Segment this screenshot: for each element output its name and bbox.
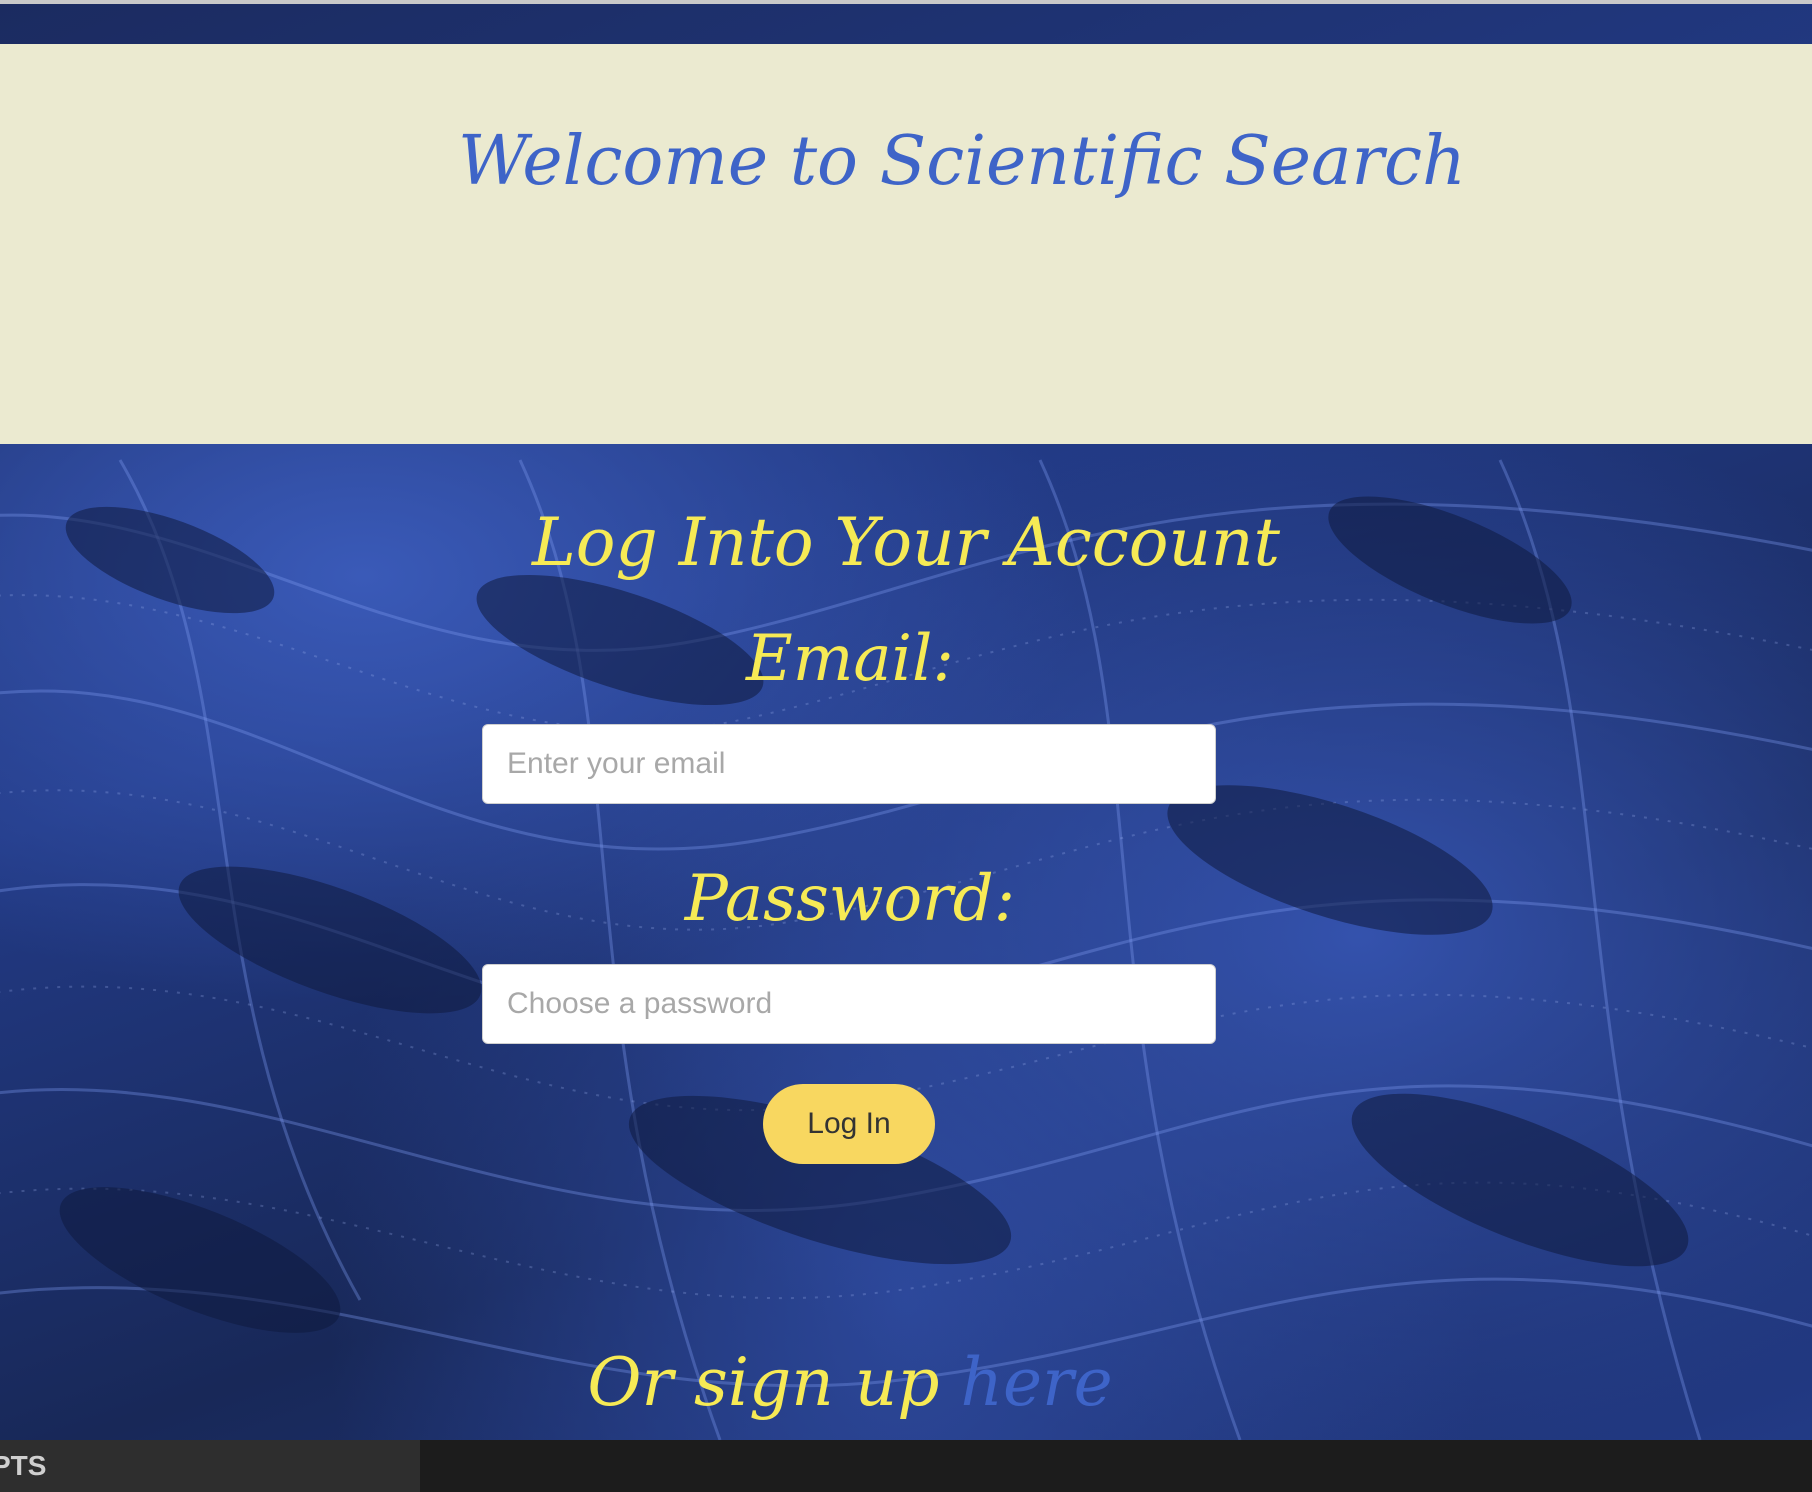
login-form: Log Into Your Account Email: Password: L… <box>0 444 1812 1440</box>
login-heading: Log Into Your Account <box>531 504 1281 581</box>
email-field[interactable] <box>482 724 1216 804</box>
signup-link[interactable]: here <box>960 1344 1112 1421</box>
signup-prompt: Or sign up here <box>0 1344 1700 1421</box>
password-field[interactable] <box>482 964 1216 1044</box>
header-banner: Welcome to Scientific Search <box>0 44 1812 444</box>
password-label: Password: <box>684 862 1016 936</box>
signup-prefix: Or sign up <box>587 1344 961 1421</box>
bottom-taskbar: PTS <box>0 1440 1812 1492</box>
taskbar-tab-label: PTS <box>0 1450 47 1481</box>
email-label: Email: <box>745 622 955 696</box>
browser-top-edge <box>0 0 1812 4</box>
page-title: Welcome to Scientific Search <box>458 122 1466 201</box>
taskbar-tab[interactable]: PTS <box>0 1440 420 1492</box>
login-button[interactable]: Log In <box>763 1084 935 1164</box>
